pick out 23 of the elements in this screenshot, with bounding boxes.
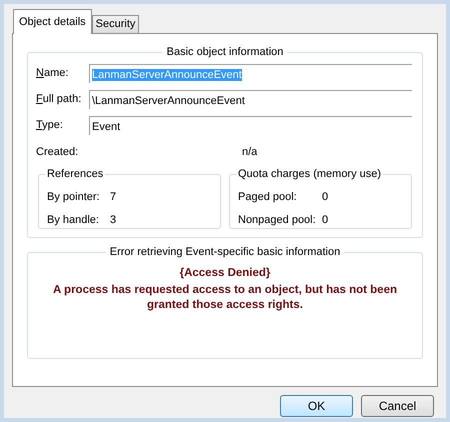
field-value: n/a <box>242 145 258 160</box>
field-value: 7 <box>110 190 116 204</box>
group-title: Basic object information <box>162 44 288 60</box>
field-label: Name: <box>36 66 70 82</box>
field-label: Nonpaged pool: <box>238 213 317 228</box>
tab[interactable]: Object details <box>13 9 92 34</box>
field-label: Paged pool: <box>238 190 298 204</box>
ok-button[interactable]: OK <box>280 395 353 417</box>
field-label: Type: <box>36 118 64 134</box>
error-heading: {Access Denied} <box>178 266 272 281</box>
cancel-button[interactable]: Cancel <box>361 395 434 417</box>
field-label: By handle: <box>47 213 100 228</box>
group-title: Error retrieving Event-specific basic information <box>106 244 344 260</box>
field-label: Full path: <box>36 92 82 108</box>
text-field[interactable]: Event <box>89 116 412 135</box>
field-label: By pointer: <box>47 190 101 204</box>
field-value: 0 <box>322 213 328 228</box>
tab[interactable]: Security <box>92 15 140 33</box>
field-value: 3 <box>110 213 116 228</box>
text-field[interactable]: \LanmanServerAnnounceEvent <box>89 90 412 109</box>
field-value: 0 <box>322 190 328 204</box>
error-message: A process has requested access to an object, but has not been granted those access rights. <box>52 283 398 314</box>
field-label: Created: <box>36 145 80 160</box>
